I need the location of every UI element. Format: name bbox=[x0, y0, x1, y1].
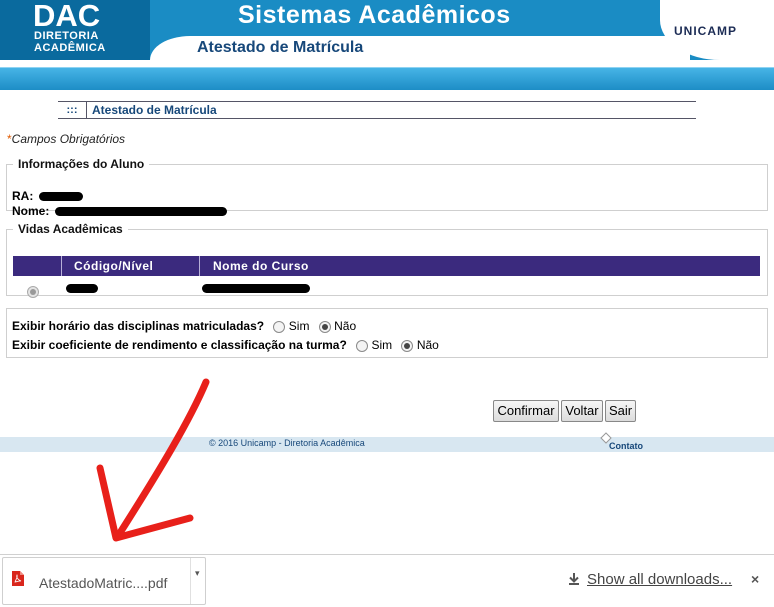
code-redacted bbox=[66, 284, 98, 293]
page-header: DAC DIRETORIA ACADÊMICA Sistemas Acadêmi… bbox=[0, 0, 774, 90]
system-title: Sistemas Acadêmicos bbox=[238, 1, 511, 29]
download-item-divider bbox=[190, 558, 191, 604]
page-footer: © 2016 Unicamp - Diretoria Acadêmica bbox=[0, 437, 774, 452]
name-redacted bbox=[54, 207, 227, 217]
section-heading: ::: Atestado de Matrícula bbox=[58, 101, 696, 119]
table-row[interactable] bbox=[13, 277, 760, 303]
download-icon bbox=[569, 573, 579, 585]
schedule-yes-radio[interactable] bbox=[273, 320, 286, 333]
chevron-down-icon[interactable]: ▾ bbox=[195, 568, 200, 579]
coefficient-no-label: Não bbox=[416, 338, 439, 352]
download-item[interactable]: AtestadoMatric....pdf ▾ bbox=[2, 557, 206, 605]
option-schedule: Exibir horário das disciplinas matricula… bbox=[12, 319, 356, 333]
student-info-legend: Informações do Aluno bbox=[18, 157, 145, 171]
header-code-level: Código/Nível bbox=[62, 256, 200, 276]
back-button[interactable]: Voltar bbox=[561, 400, 603, 422]
section-dots: ::: bbox=[58, 102, 87, 118]
required-text: Campos Obrigatórios bbox=[11, 132, 126, 146]
coefficient-yes-radio[interactable] bbox=[356, 339, 369, 352]
options-box: Exibir horário das disciplinas matricula… bbox=[6, 308, 768, 358]
logo-main-text: DAC bbox=[33, 0, 101, 33]
coefficient-question: Exibir coeficiente de rendimento e class… bbox=[12, 338, 347, 352]
academic-records-legend: Vidas Acadêmicas bbox=[18, 222, 123, 236]
student-info-fieldset: Informações do Aluno RA: Nome: bbox=[6, 157, 768, 218]
header-course-name: Nome do Curso bbox=[213, 259, 309, 273]
header-band bbox=[0, 67, 774, 90]
section-title: Atestado de Matrícula bbox=[92, 103, 217, 117]
option-coefficient: Exibir coeficiente de rendimento e class… bbox=[12, 338, 439, 352]
confirm-button[interactable]: Confirmar bbox=[493, 400, 559, 422]
coefficient-yes-label: Sim bbox=[371, 338, 393, 352]
ra-line: RA: bbox=[12, 189, 83, 203]
logo-line1: DIRETORIA bbox=[34, 30, 99, 42]
schedule-question: Exibir horário das disciplinas matricula… bbox=[12, 319, 265, 333]
schedule-yes-label: Sim bbox=[288, 319, 310, 333]
header-select-col bbox=[13, 256, 62, 276]
record-radio[interactable] bbox=[27, 286, 39, 298]
copyright-text: © 2016 Unicamp - Diretoria Acadêmica bbox=[209, 438, 365, 448]
contact-link[interactable]: Contato bbox=[609, 441, 643, 451]
coefficient-no-radio[interactable] bbox=[401, 339, 414, 352]
schedule-no-label: Não bbox=[334, 319, 357, 333]
academic-records-fieldset: Vidas Acadêmicas Código/Nível Nome do Cu… bbox=[6, 222, 768, 298]
ra-label: RA: bbox=[12, 189, 34, 203]
page-title: Atestado de Matrícula bbox=[197, 39, 364, 56]
schedule-no-radio[interactable] bbox=[318, 320, 331, 333]
name-line: Nome: bbox=[12, 204, 227, 218]
table-header: Código/Nível Nome do Curso bbox=[13, 256, 760, 276]
close-icon[interactable]: × bbox=[751, 571, 759, 587]
course-redacted bbox=[202, 284, 310, 293]
show-all-downloads-link[interactable]: Show all downloads... bbox=[587, 571, 732, 588]
ra-redacted bbox=[38, 192, 83, 202]
name-label: Nome: bbox=[12, 204, 50, 218]
pdf-file-icon bbox=[12, 571, 24, 586]
annotation-arrow bbox=[96, 378, 210, 542]
exit-button[interactable]: Sair bbox=[605, 400, 636, 422]
logo-line2: ACADÊMICA bbox=[34, 42, 106, 54]
required-fields-note: *Campos Obrigatórios bbox=[7, 132, 125, 146]
download-file-name: AtestadoMatric....pdf bbox=[39, 575, 168, 591]
